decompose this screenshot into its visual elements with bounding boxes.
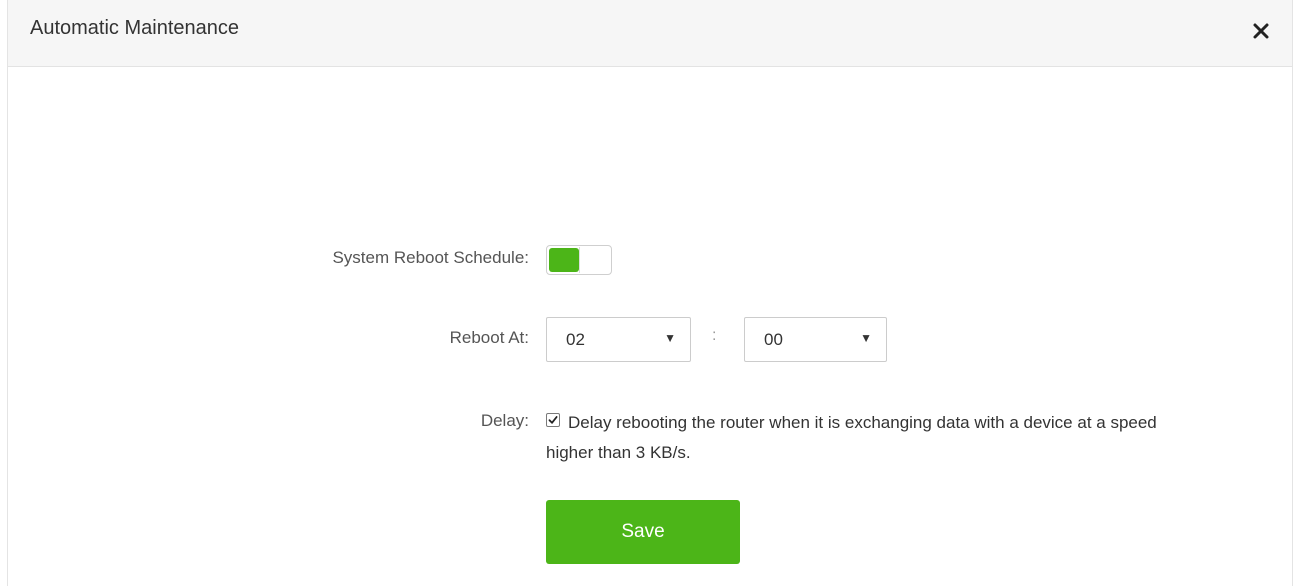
toggle-knob bbox=[579, 247, 609, 273]
close-icon[interactable] bbox=[1248, 18, 1274, 44]
reboot-schedule-label: System Reboot Schedule: bbox=[332, 248, 529, 267]
reboot-hour-select[interactable]: 02 ▼ bbox=[546, 317, 691, 362]
reboot-minute-select[interactable]: 00 ▼ bbox=[744, 317, 887, 362]
delay-label: Delay: bbox=[480, 411, 529, 430]
time-separator: : bbox=[712, 327, 717, 344]
reboot-hour-value: 02 bbox=[566, 330, 585, 349]
dialog-header: Automatic Maintenance bbox=[8, 0, 1292, 67]
automatic-maintenance-dialog: Automatic Maintenance System Reboot Sche… bbox=[7, 0, 1293, 586]
delay-description: Delay rebooting the router when it is ex… bbox=[546, 413, 1157, 462]
reboot-schedule-toggle[interactable] bbox=[546, 245, 612, 275]
delay-checkbox[interactable] bbox=[546, 413, 560, 427]
chevron-down-icon: ▼ bbox=[664, 331, 676, 345]
chevron-down-icon: ▼ bbox=[860, 331, 872, 345]
reboot-at-label: Reboot At: bbox=[449, 328, 529, 347]
reboot-minute-value: 00 bbox=[764, 330, 783, 349]
save-button[interactable]: Save bbox=[546, 500, 740, 564]
checkmark-icon bbox=[548, 416, 558, 424]
toggle-on-indicator bbox=[549, 248, 579, 272]
dialog-title: Automatic Maintenance bbox=[30, 17, 240, 39]
